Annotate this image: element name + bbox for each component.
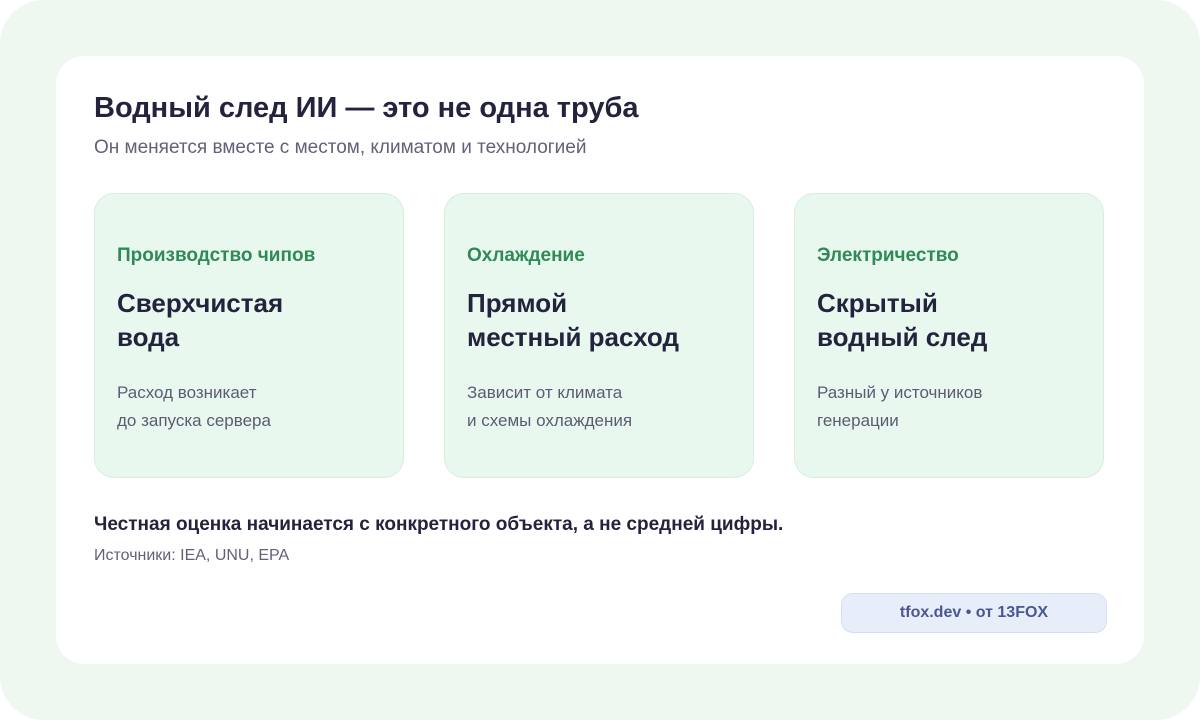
page-frame: Водный след ИИ — это не одна труба Он ме… bbox=[0, 0, 1200, 720]
card-heading-line: Скрытый bbox=[817, 288, 938, 318]
card-heading-line: Сверхчистая bbox=[117, 288, 284, 318]
card-heading: Скрытый водный след bbox=[817, 286, 1087, 354]
card-category: Производство чипов bbox=[117, 245, 316, 266]
card-heading-line: водный след bbox=[817, 322, 988, 352]
info-card-electricity: Электричество Скрытый водный след Разный… bbox=[794, 193, 1104, 478]
card-description-line: Разный у источников bbox=[817, 383, 983, 402]
card-heading: Прямой местный расход bbox=[467, 286, 737, 354]
card-category: Охлаждение bbox=[467, 245, 585, 266]
card-description-line: и схемы охлаждения bbox=[467, 411, 633, 430]
card-description-line: до запуска сервера bbox=[117, 411, 271, 430]
page-subtitle: Он меняется вместе с местом, климатом и … bbox=[94, 137, 587, 158]
card-heading-line: Прямой bbox=[467, 288, 568, 318]
card-heading: Сверхчистая вода bbox=[117, 286, 387, 354]
card-description-line: Зависит от климата bbox=[467, 383, 623, 402]
card-heading-line: местный расход bbox=[467, 322, 679, 352]
card-description-line: генерации bbox=[817, 411, 899, 430]
card-description-line: Расход возникает bbox=[117, 383, 257, 402]
card-heading-line: вода bbox=[117, 322, 180, 352]
card-description: Зависит от климата и схемы охлаждения bbox=[467, 379, 737, 435]
sources-text: Источники: IEA, UNU, EPA bbox=[94, 547, 290, 564]
card-category: Электричество bbox=[817, 245, 959, 266]
info-card-cooling: Охлаждение Прямой местный расход Зависит… bbox=[444, 193, 754, 478]
conclusion-text: Честная оценка начинается с конкретного … bbox=[94, 514, 784, 535]
page-title: Водный след ИИ — это не одна труба bbox=[94, 92, 639, 124]
info-card-chips: Производство чипов Сверхчистая вода Расх… bbox=[94, 193, 404, 478]
brand-badge: tfox.dev • от 13FOX bbox=[841, 593, 1107, 633]
content-card: Водный след ИИ — это не одна труба Он ме… bbox=[56, 56, 1144, 664]
card-description: Разный у источников генерации bbox=[817, 379, 1087, 435]
card-description: Расход возникает до запуска сервера bbox=[117, 379, 387, 435]
